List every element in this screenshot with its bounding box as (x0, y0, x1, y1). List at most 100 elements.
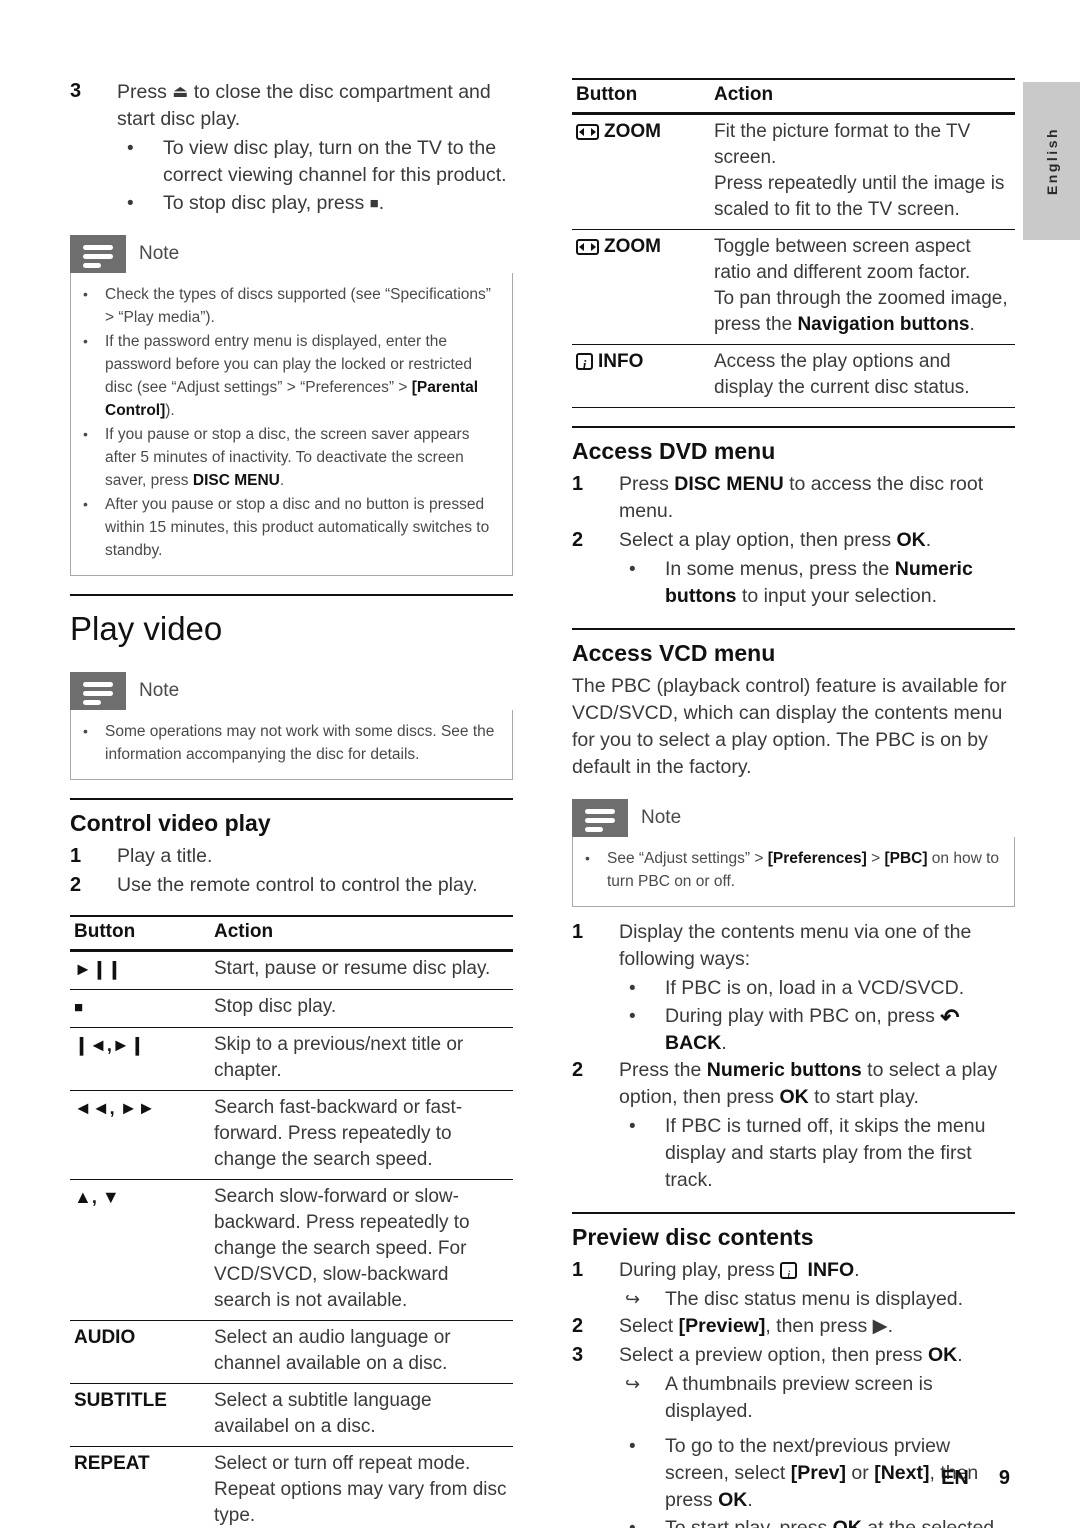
table-row: ►❙❙ Start, pause or resume disc play. (70, 951, 513, 990)
result-line: ↪ A thumbnails preview screen is display… (619, 1371, 1015, 1425)
vcd-step1-bullets: • If PBC is on, load in a VCD/SVCD. • Du… (619, 975, 1015, 1057)
result-text: The disc status menu is displayed. (665, 1288, 964, 1310)
audio-button-label: AUDIO (74, 1327, 136, 1348)
bullet-text: In some menus, press the Numeric buttons… (665, 558, 973, 607)
note-bullet-dot: • (83, 723, 88, 739)
note-bullet-dot: • (83, 426, 88, 442)
subsection-title-access-vcd-menu: Access VCD menu (572, 640, 776, 666)
table-header-row: Button Action (572, 79, 1015, 114)
step-item: 2 Press the Numeric buttons to select a … (572, 1057, 1015, 1111)
document-page: English 3 Press ⏏ to close the disc comp… (0, 0, 1080, 1528)
column-header-action: Action (214, 921, 274, 942)
table-head: Button Action (572, 79, 1015, 114)
row-action-text: Select an audio language or channel avai… (214, 1327, 451, 1374)
table-row: ◄◄, ►► Search fast-backward or fast-forw… (70, 1091, 513, 1180)
step-text: Play a title. (117, 845, 213, 867)
row-action-text: Search slow-forward or slow-backward. Pr… (214, 1186, 470, 1311)
bullet-dot: • (629, 1006, 636, 1027)
language-tab: English (1023, 82, 1080, 240)
zoom-button-cell: ZOOM (572, 230, 710, 345)
bullet-text: If PBC is on, load in a VCD/SVCD. (665, 977, 965, 999)
note-header: Note (70, 235, 513, 273)
page-footer: EN 9 (941, 1467, 1010, 1490)
bullet-item: • During play with PBC on, press ↶ BACK. (619, 1003, 1015, 1057)
step-number: 2 (572, 529, 584, 551)
step-text: Select a play option, then press OK. (619, 529, 932, 551)
bullet-dot: • (127, 138, 134, 159)
bullet-item: • To stop disc play, press ■. (117, 190, 513, 217)
bullet-dot: • (629, 1436, 636, 1457)
step-text: Press DISC MENU to access the disc root … (619, 473, 984, 522)
step-number: 1 (70, 845, 82, 867)
step-text: Use the remote control to control the pl… (117, 874, 478, 896)
note-item-text: See “Adjust settings” > [Preferences] > … (607, 850, 1000, 890)
step-item: 2 Select a play option, then press OK. (572, 527, 1015, 554)
table-body: ZOOM Fit the picture format to the TV sc… (572, 114, 1015, 408)
note-item-text: After you pause or stop a disc and no bu… (105, 496, 490, 559)
step-item: 2 Use the remote control to control the … (70, 872, 513, 899)
note-list-item: • After you pause or stop a disc and no … (83, 493, 500, 562)
result-arrow-icon: ↪ (625, 1289, 641, 1309)
footer-page-number: 9 (998, 1467, 1010, 1489)
note-box-pbc: Note • See “Adjust settings” > [Preferen… (572, 799, 1015, 907)
step-item: 1 Display the contents menu via one of t… (572, 919, 1015, 973)
zoom-info-buttons-table: Button Action ZOOM Fit the picture forma… (572, 78, 1015, 408)
note-box-operations: Note • Some operations may not work with… (70, 672, 513, 780)
note-box-discs: Note • Check the types of discs supporte… (70, 235, 513, 576)
step-number: 2 (70, 874, 82, 896)
table-row: ZOOM Fit the picture format to the TV sc… (572, 114, 1015, 230)
table-header-row: Button Action (70, 916, 513, 951)
vcd-step2-bullets: • If PBC is turned off, it skips the men… (619, 1113, 1015, 1194)
row-action-text: Skip to a previous/next title or chapter… (214, 1034, 464, 1081)
table-row: REPEAT Select or turn off repeat mode. R… (70, 1447, 513, 1528)
step-item: 3 Select a preview option, then press OK… (572, 1342, 1015, 1369)
row-action-text: Start, pause or resume disc play. (214, 958, 491, 979)
zoom-icon (576, 239, 599, 255)
step-text: Select a preview option, then press OK. (619, 1344, 963, 1366)
column-header-action: Action (714, 84, 774, 105)
column-header-button: Button (576, 84, 638, 105)
note-content: • See “Adjust settings” > [Preferences] … (572, 837, 1015, 907)
eject-icon: ⏏ (172, 82, 189, 101)
step-text: Select [Preview], then press ▶. (619, 1315, 894, 1337)
note-list-item: • If you pause or stop a disc, the scree… (83, 423, 500, 492)
bullet-dot: • (629, 559, 636, 580)
stop-icon: ■ (369, 195, 379, 212)
bullet-item: • If PBC is on, load in a VCD/SVCD. (619, 975, 1015, 1002)
bullet-text: To start play, press OK at the selected … (665, 1517, 995, 1528)
row-action-text: Select or turn off repeat mode. Repeat o… (214, 1453, 507, 1526)
bullet-item: • To start play, press OK at the selecte… (619, 1515, 1015, 1528)
note-item-text: Check the types of discs supported (see … (105, 286, 491, 326)
step-number: 1 (572, 921, 584, 943)
language-tab-label: English (1043, 126, 1060, 196)
bullet-item: • If PBC is turned off, it skips the men… (619, 1113, 1015, 1194)
table-row: INFO Access the play options and display… (572, 345, 1015, 408)
step-text: Press ⏏ to close the disc compartment an… (117, 78, 513, 133)
bullet-text: If PBC is turned off, it skips the menu … (665, 1115, 986, 1191)
note-item-text: Some operations may not work with some d… (105, 723, 495, 763)
note-item-text: If the password entry menu is displayed,… (105, 333, 479, 419)
note-list-item: • If the password entry menu is displaye… (83, 330, 500, 422)
row-action-text: Stop disc play. (214, 996, 337, 1017)
step3-bullets: • To view disc play, turn on the TV to t… (117, 135, 513, 217)
table-head: Button Action (70, 916, 513, 951)
step-text: During play, press INFO. (619, 1259, 860, 1288)
info-button-cell: INFO (572, 345, 710, 408)
step-number: 3 (70, 80, 82, 102)
access-dvd-bullets: • In some menus, press the Numeric butto… (619, 556, 1015, 610)
note-header: Note (70, 672, 513, 710)
step-number: 3 (572, 1344, 584, 1366)
info-icon (576, 352, 593, 378)
bullet-item: • To view disc play, turn on the TV to t… (117, 135, 513, 189)
subsection-title-access-dvd-menu: Access DVD menu (572, 438, 776, 464)
step-item: 3 Press ⏏ to close the disc compartment … (70, 78, 513, 133)
table-row: AUDIO Select an audio language or channe… (70, 1321, 513, 1384)
bullet-text-before: To stop disc play, press (163, 192, 370, 214)
note-bullet-dot: • (585, 850, 590, 866)
bullet-text: During play with PBC on, press ↶ BACK. (665, 1004, 960, 1054)
subsection-title-control-video-play: Control video play (70, 810, 271, 836)
step-number: 2 (572, 1315, 584, 1337)
footer-locale: EN (941, 1467, 969, 1489)
note-title: Note (139, 243, 180, 264)
bullet-text-after: . (378, 192, 385, 214)
